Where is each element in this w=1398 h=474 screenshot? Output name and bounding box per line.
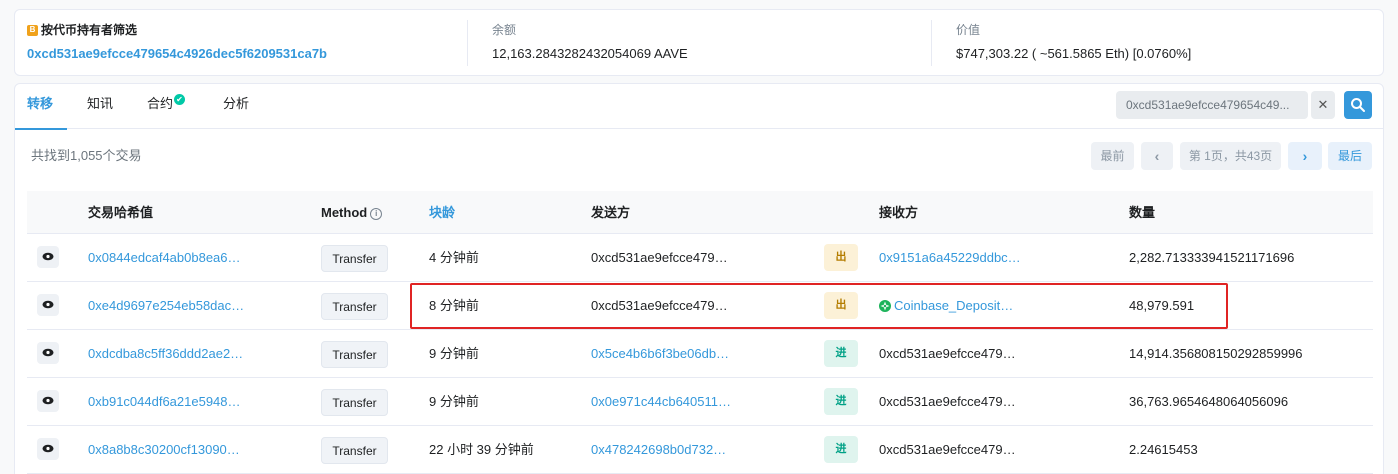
- table-row: 0x8a8b8c30200cf13090… Transfer 22 小时 39 …: [27, 426, 1373, 474]
- tab-bar: 转移 知讯 合约 ✔ 分析 ✕: [14, 84, 1383, 130]
- quantity-value: 36,763.9654648064056096: [1129, 394, 1289, 409]
- method-badge: Transfer: [321, 437, 388, 464]
- table-row: 0xb91c044df6a21e5948… Transfer 9 分钟前 0x0…: [27, 378, 1373, 426]
- tab-info[interactable]: 知讯: [87, 84, 113, 129]
- quantity-value: 48,979.591: [1129, 298, 1195, 313]
- from-address-link[interactable]: 0x0e971c44cb640511…: [591, 378, 731, 425]
- col-method: Method i: [321, 191, 383, 234]
- verified-check-icon: ✔: [174, 94, 186, 105]
- method-badge: Transfer: [321, 341, 388, 368]
- token-badge-icon: B: [27, 24, 38, 36]
- tab-contract-label: 合约: [147, 96, 174, 111]
- age-text: 4 分钟前: [429, 250, 479, 265]
- table-header: 交易哈希值 Method i 块龄 发送方 接收方 数量: [27, 191, 1373, 234]
- from-address: 0xcd531ae9efcce479…: [591, 250, 728, 265]
- first-page-button[interactable]: 最前: [1091, 142, 1134, 170]
- value-value: $747,303.22 ( ~561.5865 Eth) [0.0760%]: [956, 46, 1192, 61]
- coinbase-icon: [879, 300, 891, 312]
- quantity-value: 2.24615453: [1129, 442, 1198, 457]
- age-text: 8 分钟前: [429, 298, 479, 313]
- direction-badge-out: 出: [824, 292, 858, 319]
- direction-badge-in: 进: [824, 388, 858, 415]
- to-address: 0xcd531ae9efcce479…: [879, 442, 1016, 457]
- tab-contract[interactable]: 合约 ✔: [147, 84, 186, 129]
- table-row: 0xe4d9697e254eb58dac… Transfer 8 分钟前 0xc…: [27, 282, 1373, 330]
- search-button[interactable]: [1344, 91, 1372, 119]
- tx-hash-link[interactable]: 0xe4d9697e254eb58dac…: [88, 282, 244, 329]
- from-address: 0xcd531ae9efcce479…: [591, 298, 728, 313]
- holder-address-link[interactable]: 0xcd531ae9efcce479654c4926dec5f6209531ca…: [27, 44, 467, 64]
- last-page-button[interactable]: 最后: [1328, 142, 1372, 170]
- transfers-card: 转移 知讯 合约 ✔ 分析 ✕ 共找到1,055个交易 最前 ‹ 第 1页，共4…: [14, 83, 1384, 474]
- col-from: 发送方: [591, 205, 631, 220]
- quantity-value: 2,282.713333941521171696: [1129, 250, 1295, 265]
- next-page-button[interactable]: ›: [1288, 142, 1322, 170]
- quantity-value: 14,914.356808150292859996: [1129, 346, 1303, 361]
- age-text: 22 小时 39 分钟前: [429, 442, 534, 457]
- tx-hash-link[interactable]: 0x0844edcaf4ab0b8ea6…: [88, 234, 241, 281]
- age-text: 9 分钟前: [429, 346, 479, 361]
- to-address-label: Coinbase_Deposit…: [894, 298, 1014, 313]
- table-row: 0xdcdba8c5ff36ddd2ae2… Transfer 9 分钟前 0x…: [27, 330, 1373, 378]
- eye-icon[interactable]: [37, 342, 59, 364]
- clear-search-button[interactable]: ✕: [1311, 91, 1335, 119]
- eye-icon[interactable]: [37, 390, 59, 412]
- tx-hash-link[interactable]: 0xb91c044df6a21e5948…: [88, 378, 241, 425]
- balance-value: 12,163.2843282432054069 AAVE: [492, 46, 688, 61]
- value-section: 价值 $747,303.22 ( ~561.5865 Eth) [0.0760%…: [931, 20, 1385, 66]
- balance-label: 余额: [492, 23, 517, 37]
- prev-page-button[interactable]: ‹: [1141, 142, 1173, 170]
- col-to: 接收方: [879, 205, 919, 220]
- method-badge: Transfer: [321, 245, 388, 272]
- col-age[interactable]: 块龄: [429, 191, 455, 234]
- page-indicator: 第 1页，共43页: [1180, 142, 1281, 170]
- method-badge: Transfer: [321, 293, 388, 320]
- age-text: 9 分钟前: [429, 394, 479, 409]
- from-address-link[interactable]: 0x478242698b0d732…: [591, 426, 726, 473]
- balance-section: 余额 12,163.2843282432054069 AAVE: [467, 20, 931, 66]
- tx-hash-link[interactable]: 0xdcdba8c5ff36ddd2ae2…: [88, 330, 243, 377]
- search-input[interactable]: [1116, 91, 1308, 119]
- value-label: 价值: [956, 23, 981, 37]
- to-address-link[interactable]: Coinbase_Deposit…: [879, 282, 1013, 329]
- search-icon: [1351, 98, 1365, 112]
- token-summary-card: B 按代币持有者筛选 0xcd531ae9efcce479654c4926dec…: [14, 9, 1384, 76]
- table-row: 0x0844edcaf4ab0b8ea6… Transfer 4 分钟前 0xc…: [27, 234, 1373, 282]
- tx-hash-link[interactable]: 0x8a8b8c30200cf13090…: [88, 426, 240, 473]
- eye-icon[interactable]: [37, 294, 59, 316]
- direction-badge-out: 出: [824, 244, 858, 271]
- to-address: 0xcd531ae9efcce479…: [879, 346, 1016, 361]
- eye-icon[interactable]: [37, 246, 59, 268]
- from-address-link[interactable]: 0x5ce4b6b6f3be06db…: [591, 330, 729, 377]
- direction-badge-in: 进: [824, 340, 858, 367]
- method-badge: Transfer: [321, 389, 388, 416]
- filter-label: 按代币持有者筛选: [41, 23, 138, 37]
- tab-transfers[interactable]: 转移: [14, 84, 68, 130]
- direction-badge-in: 进: [824, 436, 858, 463]
- eye-icon[interactable]: [37, 438, 59, 460]
- filter-holder-section: B 按代币持有者筛选 0xcd531ae9efcce479654c4926dec…: [15, 10, 467, 75]
- to-address-link[interactable]: 0x9151a6a45229ddbc…: [879, 234, 1021, 281]
- col-quantity: 数量: [1129, 205, 1156, 220]
- col-hash: 交易哈希值: [88, 205, 154, 220]
- tab-analytics[interactable]: 分析: [223, 84, 249, 129]
- to-address: 0xcd531ae9efcce479…: [879, 394, 1016, 409]
- info-icon[interactable]: i: [370, 208, 383, 220]
- results-count: 共找到1,055个交易: [31, 148, 142, 163]
